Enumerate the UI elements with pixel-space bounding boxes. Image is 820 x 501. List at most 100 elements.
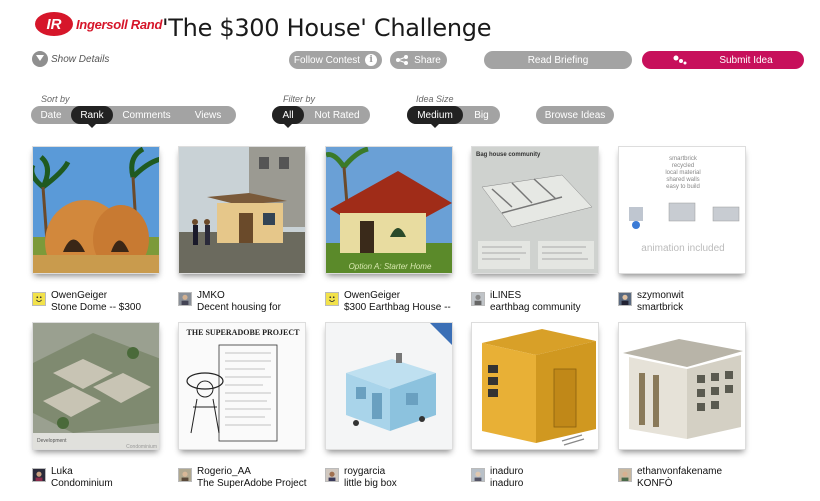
community-plan-image: Bag house community xyxy=(472,147,598,273)
idea-author[interactable]: szymonwit xyxy=(637,290,684,302)
idea-thumbnail[interactable] xyxy=(325,322,453,450)
user-avatar xyxy=(178,468,192,482)
read-briefing-button[interactable]: Read Briefing xyxy=(484,51,632,69)
idea-thumbnail[interactable] xyxy=(178,146,306,274)
idea-title[interactable]: earthbag community xyxy=(490,302,581,314)
smartbrick-line-2: recycled xyxy=(672,163,694,169)
idea-author[interactable]: inaduro xyxy=(490,466,523,478)
user-avatar xyxy=(471,292,485,306)
user-avatar xyxy=(178,292,192,306)
idea-entry: ethanvonfakename KONFÒ xyxy=(618,466,722,490)
idea-title[interactable]: little big box xyxy=(344,478,397,490)
idea-thumbnail[interactable] xyxy=(32,146,160,274)
filter-option-all[interactable]: All xyxy=(272,106,304,128)
idea-thumbnail[interactable]: Bag house community xyxy=(471,146,599,274)
idea-author[interactable]: Rogerio_AA xyxy=(197,466,307,478)
idea-entry: inaduro inaduro xyxy=(471,466,523,490)
user-avatar xyxy=(32,468,46,482)
idea-author[interactable]: roygarcia xyxy=(344,466,397,478)
page-title: 'The $300 House' Challenge xyxy=(162,14,492,42)
konfo-house-image xyxy=(619,323,745,449)
idea-title[interactable]: Condominium xyxy=(51,478,113,490)
smartbrick-line-5: easy to build xyxy=(666,184,700,190)
yellow-house-image xyxy=(472,323,598,449)
idea-title[interactable]: Decent housing for xyxy=(197,302,281,314)
smartbrick-image: smartbrick recycled local material share… xyxy=(619,147,745,273)
sort-option-date[interactable]: Date xyxy=(31,106,71,124)
user-avatar xyxy=(618,292,632,306)
svg-text:IR: IR xyxy=(47,16,62,33)
idea-thumbnail[interactable]: Option A: Starter Home xyxy=(325,146,453,274)
page-header: IR Ingersoll Rand 'The $300 House' Chall… xyxy=(0,0,820,48)
share-icon xyxy=(396,55,409,65)
size-segmented-control: Medium Big xyxy=(407,106,500,128)
sort-option-views[interactable]: Views xyxy=(180,106,236,124)
sort-option-comments[interactable]: Comments xyxy=(113,106,180,124)
idea-title[interactable]: KONFÒ xyxy=(637,478,722,490)
filter-option-not-rated[interactable]: Not Rated xyxy=(304,106,370,124)
little-box-image xyxy=(326,323,452,449)
submit-idea-label: Submit Idea xyxy=(719,54,773,66)
size-option-big[interactable]: Big xyxy=(463,106,500,124)
smartbrick-line-1: smartbrick xyxy=(669,156,698,162)
idea-entry: Rogerio_AA The SuperAdobe Project xyxy=(178,466,307,490)
smartbrick-line-3: local material xyxy=(665,170,700,176)
info-icon: i xyxy=(365,54,378,66)
idea-title[interactable]: The SuperAdobe Project xyxy=(197,478,307,490)
idea-author[interactable]: iLINES xyxy=(490,290,581,302)
idea-thumbnail[interactable] xyxy=(618,322,746,450)
smiley-avatar xyxy=(325,292,339,306)
animation-caption: animation included xyxy=(641,243,724,254)
idea-author[interactable]: Luka xyxy=(51,466,113,478)
idea-author[interactable]: ethanvonfakename xyxy=(637,466,722,478)
browse-ideas-button[interactable]: Browse Ideas xyxy=(536,106,614,124)
idea-title[interactable]: $300 Earthbag House -- xyxy=(344,302,451,314)
sort-option-rank[interactable]: Rank xyxy=(71,106,113,128)
chevron-down-icon xyxy=(32,51,48,67)
superadobe-sketch-image: THE SUPERADOBE PROJECT xyxy=(179,323,305,449)
idea-thumbnail[interactable] xyxy=(471,322,599,450)
filter-by-label: Filter by xyxy=(283,94,316,104)
idea-thumbnail[interactable]: Development Condominium xyxy=(32,322,160,450)
idea-entry: szymonwit smartbrick xyxy=(618,290,684,314)
idea-author[interactable]: OwenGeiger xyxy=(344,290,451,302)
brand-name: Ingersoll Rand xyxy=(76,16,163,32)
earthbag-caption: Option A: Starter Home xyxy=(349,262,432,271)
earthbag-house-image: Option A: Starter Home xyxy=(326,147,452,273)
user-avatar xyxy=(471,468,485,482)
idea-author[interactable]: OwenGeiger xyxy=(51,290,141,302)
browse-ideas-label: Browse Ideas xyxy=(544,109,606,121)
ingersoll-rand-logo-icon: IR xyxy=(34,11,74,37)
brand-logo[interactable]: IR Ingersoll Rand xyxy=(34,11,162,37)
read-briefing-label: Read Briefing xyxy=(527,54,589,66)
idea-thumbnail[interactable]: smartbrick recycled local material share… xyxy=(618,146,746,274)
idea-entry: OwenGeiger Stone Dome -- $300 xyxy=(32,290,141,314)
idea-title[interactable]: smartbrick xyxy=(637,302,684,314)
stone-dome-image xyxy=(33,147,159,273)
idea-author[interactable]: JMKO xyxy=(197,290,281,302)
idea-entry: iLINES earthbag community xyxy=(471,290,581,314)
idea-size-label: Idea Size xyxy=(416,94,454,104)
idea-thumbnail[interactable]: THE SUPERADOBE PROJECT xyxy=(178,322,306,450)
show-details-toggle[interactable]: Show Details xyxy=(32,51,109,67)
sort-by-label: Sort by xyxy=(41,94,70,104)
follow-contest-button[interactable]: Follow Contest i xyxy=(289,51,382,69)
lightbulb-icon xyxy=(673,55,687,65)
idea-title[interactable]: inaduro xyxy=(490,478,523,490)
size-option-medium[interactable]: Medium xyxy=(407,106,463,128)
idea-entry: roygarcia little big box xyxy=(325,466,397,490)
share-button[interactable]: Share xyxy=(390,51,447,69)
user-avatar xyxy=(618,468,632,482)
share-label: Share xyxy=(414,54,441,66)
idea-entry: OwenGeiger $300 Earthbag House -- xyxy=(325,290,451,314)
submit-idea-button[interactable]: Submit Idea xyxy=(642,51,804,69)
idea-title[interactable]: Stone Dome -- $300 xyxy=(51,302,141,314)
condo-caption-left: Development xyxy=(37,438,67,444)
condo-caption-right: Condominium xyxy=(126,444,157,450)
show-details-label: Show Details xyxy=(51,53,110,65)
smiley-avatar xyxy=(32,292,46,306)
condominium-image: Development Condominium xyxy=(33,323,159,450)
housing-photo-image xyxy=(179,147,305,273)
idea-entry: JMKO Decent housing for xyxy=(178,290,281,314)
sort-segmented-control: Date Rank Comments Views xyxy=(31,106,236,128)
